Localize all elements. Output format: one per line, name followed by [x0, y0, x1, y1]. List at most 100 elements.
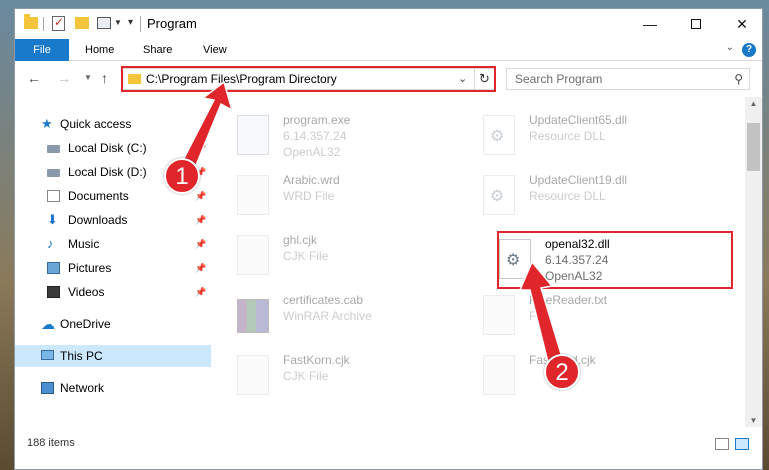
- archive-file-icon: [237, 299, 269, 333]
- star-icon: ★: [41, 116, 53, 131]
- computer-icon: [41, 350, 54, 360]
- cloud-icon: ☁: [41, 316, 55, 332]
- search-placeholder: Search Program: [515, 72, 603, 86]
- file-type: CJK File: [283, 369, 329, 383]
- sidebar-item-downloads[interactable]: ⬇ Downloads 📌: [15, 209, 211, 231]
- rename-icon[interactable]: [97, 17, 111, 29]
- pin-icon: 📌: [195, 287, 207, 297]
- file-icon: [237, 175, 269, 215]
- navigation-pane: ★ Quick access Local Disk (C:) 📌 Local D…: [15, 97, 211, 427]
- sidebar-item-local-disk-c[interactable]: Local Disk (C:) 📌: [15, 137, 211, 159]
- file-type: WRD File: [283, 189, 335, 203]
- sidebar-item-music[interactable]: ♪ Music 📌: [15, 233, 211, 255]
- file-icon: [483, 355, 515, 395]
- scroll-up-icon[interactable]: ▲: [745, 99, 762, 108]
- sidebar-item-onedrive[interactable]: ☁ OneDrive: [15, 313, 211, 335]
- file-icon: [237, 355, 269, 395]
- search-input[interactable]: Search Program ⚲: [506, 68, 750, 90]
- sidebar-item-this-pc[interactable]: This PC: [15, 345, 211, 367]
- sidebar-item-label: Downloads: [68, 213, 128, 227]
- vertical-scrollbar[interactable]: ▲ ▼: [745, 97, 762, 427]
- pin-icon: 📌: [195, 239, 207, 249]
- videos-icon: [47, 286, 60, 298]
- sidebar-item-network[interactable]: Network: [15, 377, 211, 399]
- download-icon: ⬇: [47, 212, 58, 227]
- file-item[interactable]: program.exe 6.14.357.24 OpenAL32: [211, 111, 441, 163]
- dll-file-icon: [483, 175, 515, 215]
- back-button[interactable]: ←: [27, 70, 41, 86]
- file-item[interactable]: UpdateClient19.dll Resource DLL: [457, 171, 687, 223]
- file-name: UpdateClient65.dll: [529, 113, 628, 127]
- title-divider: [140, 16, 141, 32]
- file-item[interactable]: Arabic.wrd WRD File: [211, 171, 441, 223]
- minimize-button[interactable]: —: [627, 9, 673, 39]
- recent-locations-icon[interactable]: ▼: [84, 73, 92, 82]
- tab-view[interactable]: View: [195, 39, 235, 61]
- title-bar: ▼ ▾ Program — ✕: [15, 9, 762, 39]
- file-icon: [237, 235, 269, 275]
- sidebar-item-label: Videos: [68, 285, 105, 299]
- properties-check-icon[interactable]: [52, 15, 65, 31]
- file-item[interactable]: FastKorn.cjk CJK File: [211, 351, 441, 403]
- file-type: Resource DLL: [529, 189, 606, 203]
- disk-icon: [47, 145, 60, 153]
- help-icon[interactable]: ?: [742, 43, 756, 57]
- file-type: Resource DLL: [529, 129, 606, 143]
- dll-file-icon: [483, 115, 515, 155]
- file-item[interactable]: UpdateClient65.dll Resource DLL: [457, 111, 687, 163]
- file-name: Arabic.wrd: [283, 173, 340, 187]
- pictures-icon: [47, 262, 60, 274]
- file-type: WinRAR Archive: [283, 309, 372, 323]
- sidebar-item-label: Local Disk (C:): [68, 141, 147, 155]
- callout-badge-two: 2: [544, 354, 580, 390]
- close-button[interactable]: ✕: [719, 9, 762, 39]
- sidebar-item-label: Network: [60, 381, 105, 395]
- tab-file[interactable]: File: [15, 39, 69, 61]
- details-view-icon[interactable]: [715, 438, 729, 450]
- sidebar-item-label: OneDrive: [60, 317, 111, 331]
- sidebar-item-quick-access[interactable]: ★ Quick access: [15, 113, 211, 135]
- sidebar-item-pictures[interactable]: Pictures 📌: [15, 257, 211, 279]
- file-item[interactable]: FineReader.txt File: [457, 291, 687, 343]
- file-type: File: [529, 309, 549, 323]
- maximize-button[interactable]: [673, 9, 719, 39]
- tab-home[interactable]: Home: [77, 39, 122, 61]
- sidebar-item-label: Documents: [68, 189, 129, 203]
- pin-icon: 📌: [195, 191, 207, 201]
- pin-icon: 📌: [195, 143, 207, 153]
- large-icons-view-icon[interactable]: [735, 438, 749, 450]
- file-item[interactable]: ghl.cjk CJK File: [211, 231, 441, 283]
- file-description: OpenAL32: [283, 145, 341, 159]
- address-highlight-box: [121, 66, 496, 92]
- navigation-row: ← → ▼ ↑ C:\Program Files\Program Directo…: [15, 62, 762, 96]
- scroll-down-icon[interactable]: ▼: [745, 416, 762, 425]
- folder-icon[interactable]: [24, 14, 38, 29]
- file-type: CJK File: [283, 249, 329, 263]
- network-icon: [41, 382, 54, 394]
- disk-icon: [47, 169, 60, 177]
- pin-icon: 📌: [195, 215, 207, 225]
- chevron-down-icon[interactable]: ▼: [114, 18, 122, 27]
- expand-ribbon-icon[interactable]: ⌄: [726, 42, 734, 53]
- window-title: Program: [147, 16, 197, 31]
- scroll-thumb[interactable]: [747, 123, 760, 171]
- up-button[interactable]: ↑: [101, 70, 108, 86]
- file-highlight-box: [497, 231, 733, 289]
- sidebar-item-videos[interactable]: Videos 📌: [15, 281, 211, 303]
- customize-toolbar-icon[interactable]: ▾: [128, 17, 133, 28]
- file-version: 6.14.357.24: [283, 129, 347, 143]
- file-name: UpdateClient19.dll: [529, 173, 628, 187]
- file-name: ghl.cjk: [283, 233, 318, 247]
- maximize-icon: [691, 19, 701, 29]
- sidebar-item-label: Quick access: [60, 117, 132, 131]
- file-item[interactable]: certificates.cab WinRAR Archive: [211, 291, 441, 343]
- search-icon[interactable]: ⚲: [734, 72, 743, 86]
- toolbar-divider: [43, 17, 44, 31]
- music-icon: ♪: [47, 236, 54, 251]
- new-folder-icon[interactable]: [75, 17, 89, 29]
- forward-button[interactable]: →: [57, 70, 71, 86]
- tab-share[interactable]: Share: [135, 39, 180, 61]
- executable-file-icon: [237, 115, 269, 155]
- document-icon: [47, 190, 60, 202]
- file-list: program.exe 6.14.357.24 OpenAL32 UpdateC…: [211, 97, 745, 427]
